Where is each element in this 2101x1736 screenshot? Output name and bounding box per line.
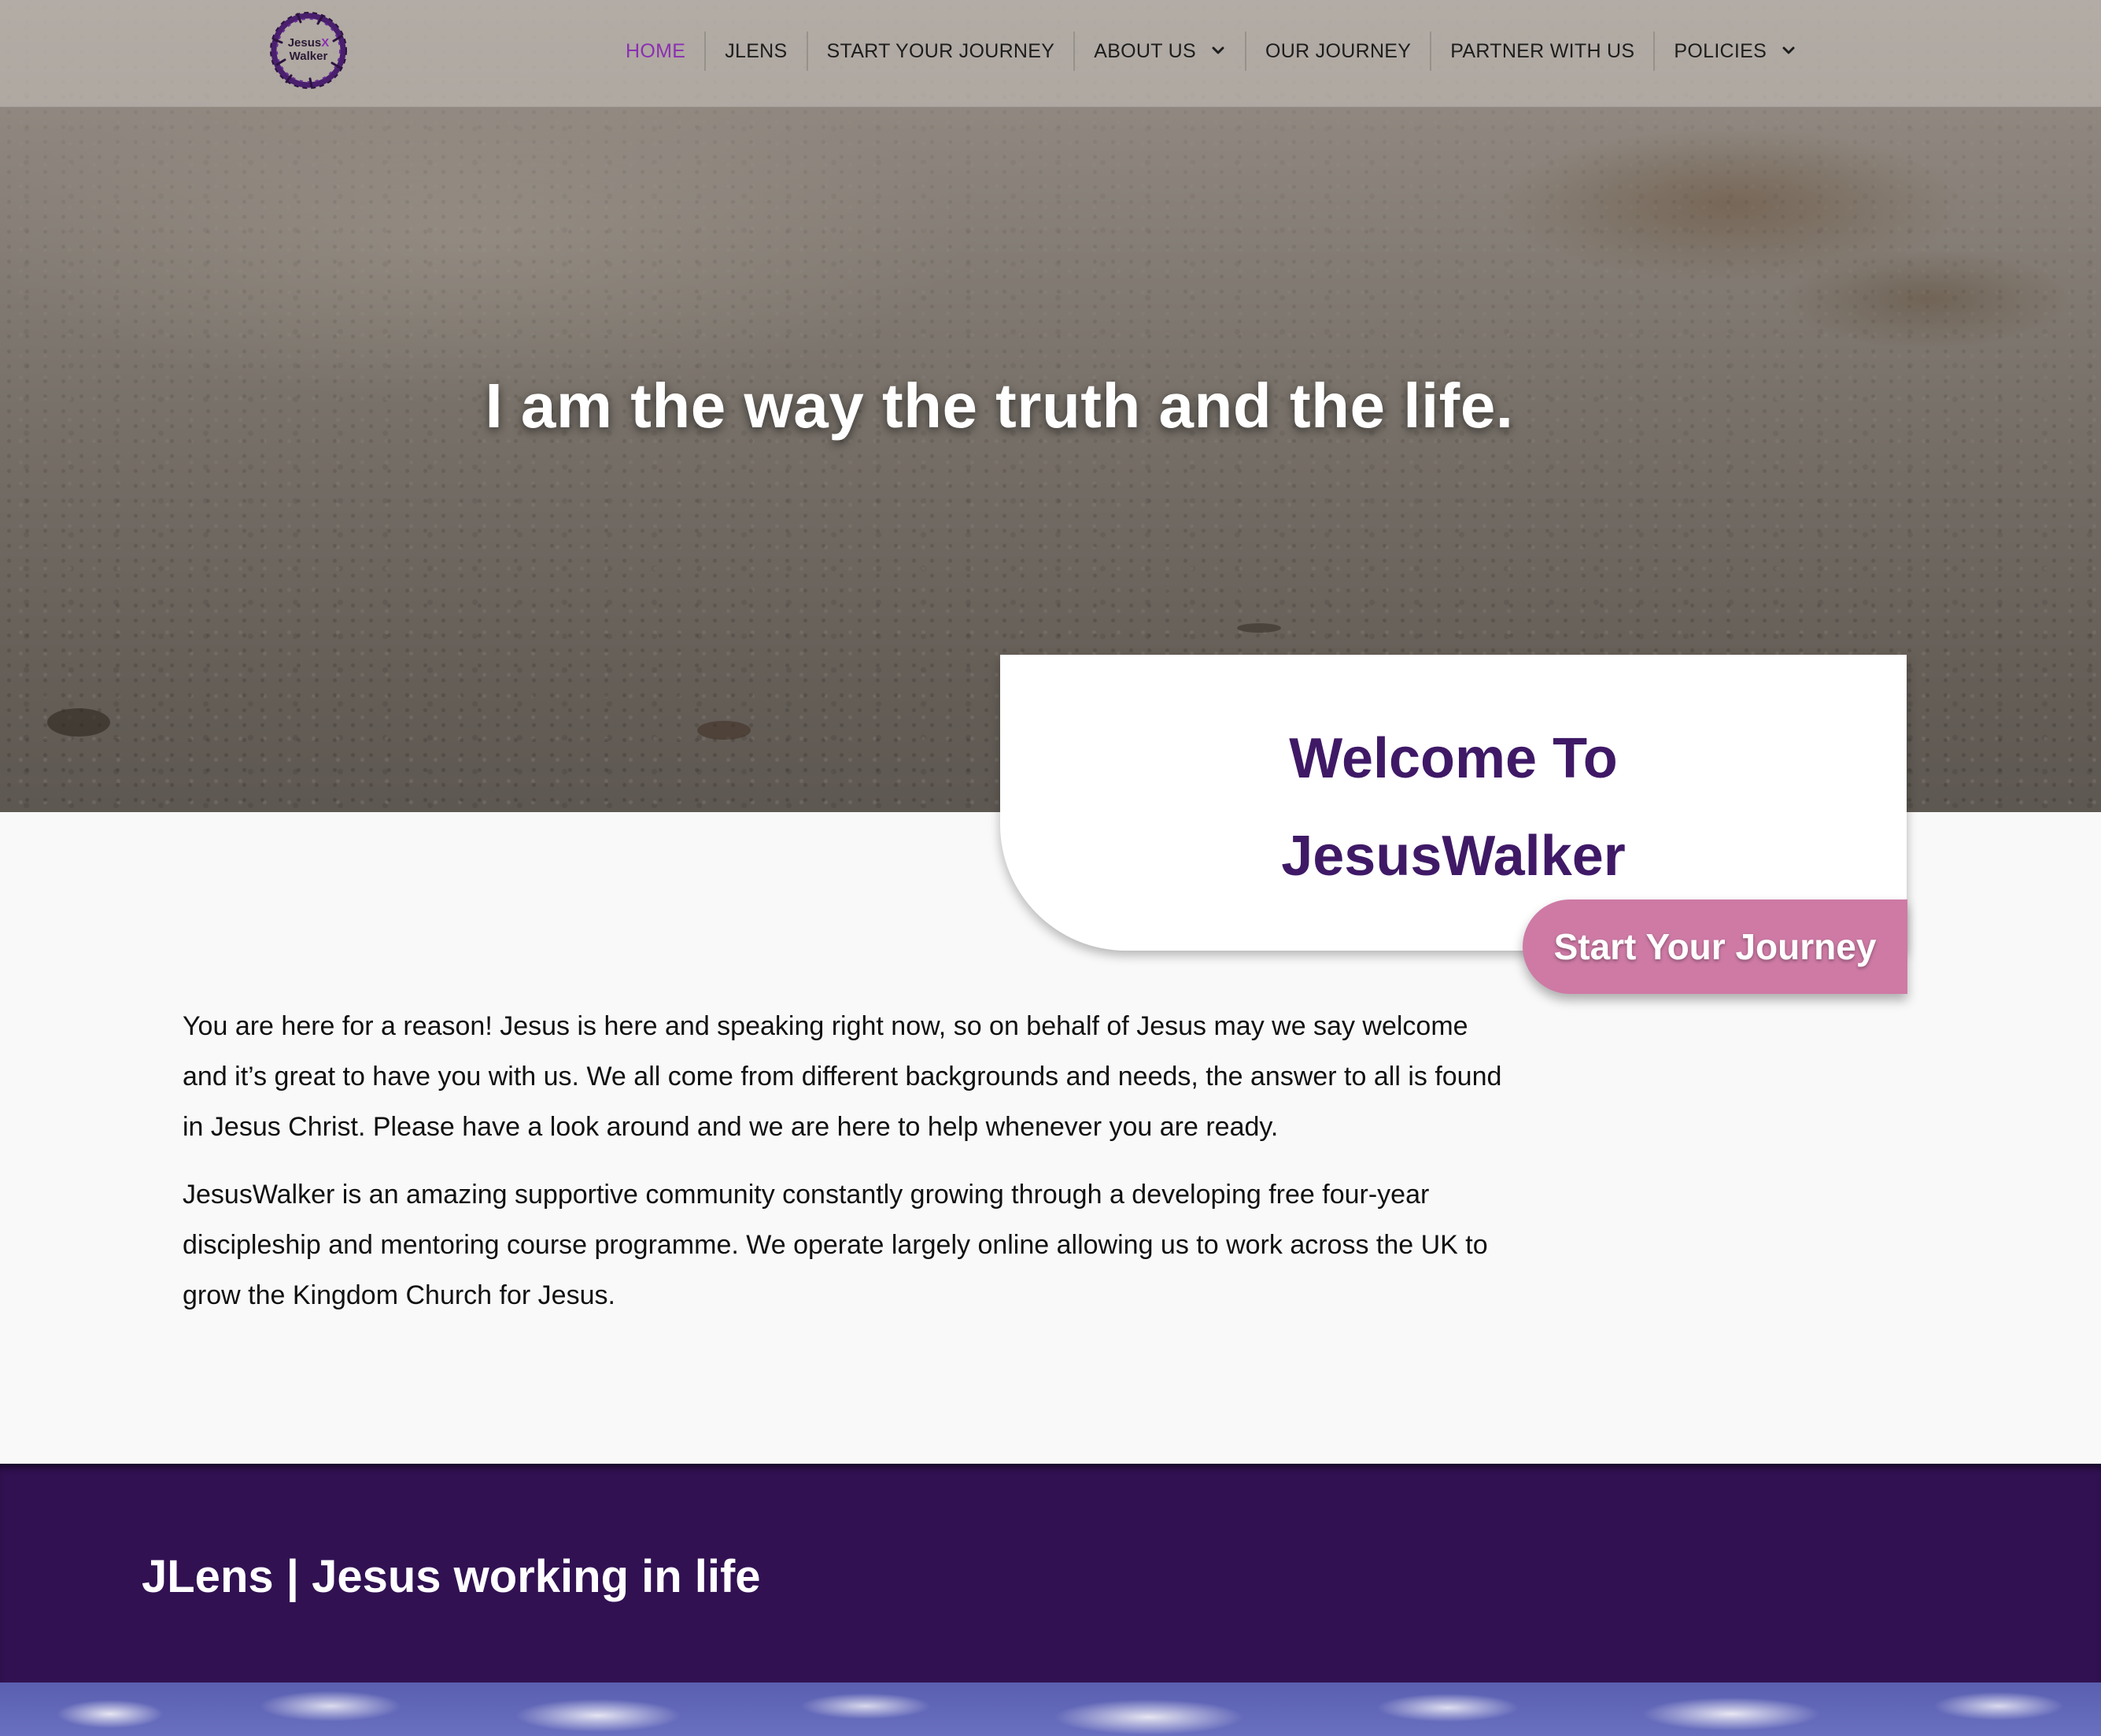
welcome-title-line2: JesusWalker: [1281, 825, 1626, 888]
intro-paragraph-1: You are here for a reason! Jesus is here…: [183, 1011, 1502, 1142]
intro-paragraph-2: JesusWalker is an amazing supportive com…: [183, 1180, 1488, 1310]
nav-label: POLICIES: [1674, 39, 1767, 62]
nav-label: JLENS: [725, 39, 788, 62]
start-your-journey-button[interactable]: Start Your Journey: [1523, 899, 1907, 994]
site-header: JesusX Walker HOME JLENS START YOUR JOUR…: [0, 0, 2101, 107]
nav-label: START YOUR JOURNEY: [826, 39, 1055, 62]
nav-item-about-us[interactable]: ABOUT US: [1073, 31, 1245, 71]
main-nav: HOME JLENS START YOUR JOURNEY ABOUT US O…: [614, 31, 1815, 71]
nav-item-our-journey[interactable]: OUR JOURNEY: [1244, 31, 1430, 71]
chevron-down-icon: [1212, 46, 1224, 54]
nav-label: ABOUT US: [1094, 39, 1196, 62]
welcome-title: Welcome To JesusWalker: [1000, 710, 1907, 905]
section-title: JLens | Jesus working in life: [142, 1551, 761, 1602]
hero-tagline: I am the way the truth and the life.: [485, 371, 1514, 441]
site-logo[interactable]: JesusX Walker: [266, 8, 351, 93]
jlens-section-header: JLens | Jesus working in life: [0, 1464, 2101, 1682]
nav-item-jlens[interactable]: JLENS: [704, 31, 806, 71]
chevron-down-icon: [1782, 46, 1795, 54]
sky-image: [0, 1682, 2101, 1736]
nav-label: OUR JOURNEY: [1265, 39, 1412, 62]
nav-item-partner-with-us[interactable]: PARTNER WITH US: [1430, 31, 1653, 71]
logo-text: JesusX Walker: [287, 36, 330, 63]
intro-text: You are here for a reason! Jesus is here…: [183, 1001, 1505, 1320]
nav-label: PARTNER WITH US: [1450, 39, 1635, 62]
nav-item-policies[interactable]: POLICIES: [1653, 31, 1815, 71]
nav-item-home[interactable]: HOME: [614, 31, 704, 71]
nav-label: HOME: [626, 39, 686, 62]
welcome-title-line1: Welcome To: [1289, 727, 1618, 790]
nav-item-start-your-journey[interactable]: START YOUR JOURNEY: [806, 31, 1074, 71]
